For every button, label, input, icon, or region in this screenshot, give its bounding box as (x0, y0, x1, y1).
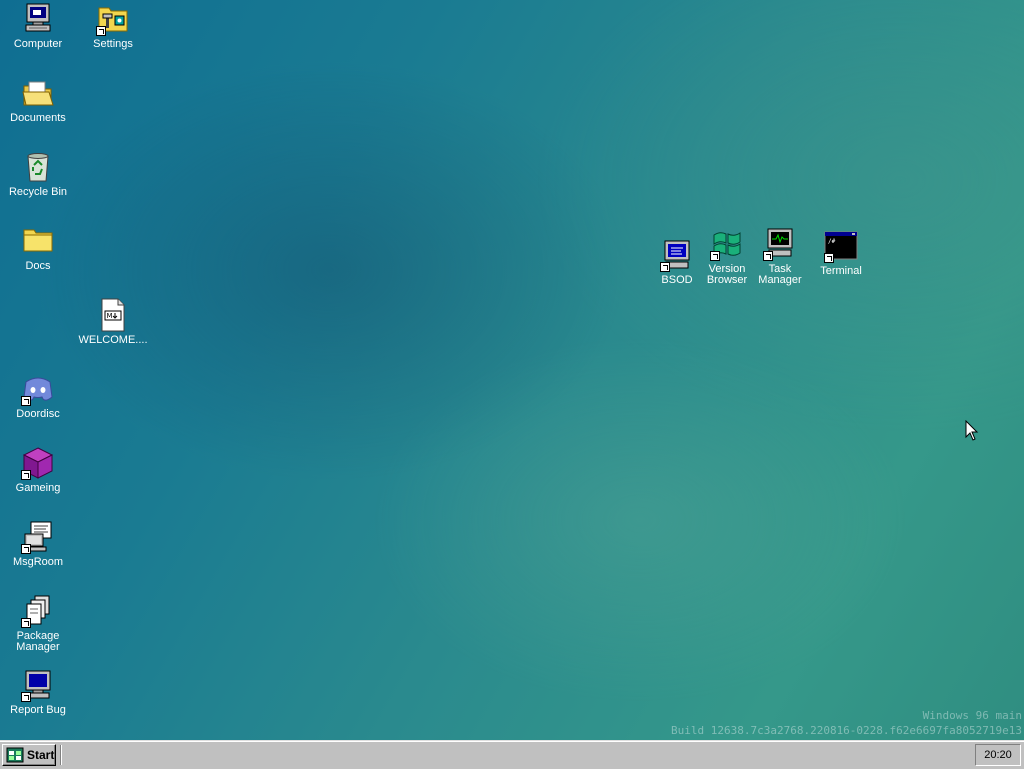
system-tray[interactable]: 20:20 (975, 744, 1021, 766)
terminal-icon: /# (824, 229, 858, 263)
desktop-icon-label: MsgRoom (12, 556, 64, 568)
msgroom-icon (21, 520, 55, 554)
task-manager-icon (763, 227, 797, 261)
open-folder-icon (21, 76, 55, 110)
clock[interactable]: 20:20 (984, 749, 1012, 761)
desktop-icon-label: Recycle Bin (8, 186, 68, 198)
shortcut-arrow-icon (21, 618, 31, 628)
shortcut-arrow-icon (710, 251, 720, 261)
package-icon (21, 594, 55, 628)
desktop-icon-documents[interactable]: Documents (2, 76, 74, 124)
build-watermark-line1: Windows 96 main (922, 709, 1022, 722)
svg-text:M: M (107, 312, 113, 320)
folder-icon (21, 224, 55, 258)
taskbar: Start 20:20 (0, 740, 1024, 769)
start-button-label: Start (27, 748, 55, 762)
shortcut-arrow-icon (96, 26, 106, 36)
computer-icon (21, 2, 55, 36)
desktop-icon-label: WELCOME.... (78, 334, 148, 346)
discord-icon (21, 372, 55, 406)
desktop-icon-recycle-bin[interactable]: Recycle Bin (2, 150, 74, 198)
start-button[interactable]: Start (2, 744, 56, 766)
shortcut-arrow-icon (660, 262, 670, 272)
desktop-icon-gameing[interactable]: Gameing (2, 446, 74, 494)
shortcut-arrow-icon (21, 470, 31, 480)
desktop-icon-label: Task Manager (758, 263, 802, 286)
desktop-icon-terminal[interactable]: /# Terminal (805, 229, 877, 277)
bsod-icon (660, 238, 694, 272)
mouse-cursor-icon (965, 420, 979, 441)
desktop-icon-docs[interactable]: Docs (2, 224, 74, 272)
desktop-icon-label: Documents (10, 112, 66, 124)
settings-folder-icon (96, 2, 130, 36)
windows-flag-icon (710, 227, 744, 261)
desktop-icon-msgroom[interactable]: MsgRoom (2, 520, 74, 568)
desktop-icon-package-manager[interactable]: Package Manager (2, 594, 74, 653)
desktop[interactable]: Computer Documents Recycle Bin Docs Door… (0, 0, 1024, 740)
desktop-icon-welcome[interactable]: M WELCOME.... (77, 298, 149, 346)
desktop-icon-label: Computer (13, 38, 63, 50)
desktop-icon-label: Docs (25, 260, 51, 272)
build-watermark-line2: Build 12638.7c3a2768.220816-0228.f62e669… (671, 724, 1022, 737)
desktop-icon-label: BSOD (661, 274, 693, 286)
monitor-icon (21, 668, 55, 702)
shortcut-arrow-icon (21, 396, 31, 406)
desktop-icon-label: Doordisc (16, 408, 60, 420)
desktop-icon-label: Gameing (15, 482, 61, 494)
windows-logo-icon (6, 747, 24, 763)
desktop-icon-report-bug[interactable]: Report Bug (2, 668, 74, 716)
shortcut-arrow-icon (21, 692, 31, 702)
desktop-icon-settings[interactable]: Settings (77, 2, 149, 50)
shortcut-arrow-icon (763, 251, 773, 261)
recycle-bin-icon (21, 150, 55, 184)
desktop-icon-label: Package Manager (16, 630, 60, 653)
taskbar-divider (60, 745, 62, 765)
desktop-icon-computer[interactable]: Computer (2, 2, 74, 50)
desktop-icon-label: Report Bug (10, 704, 66, 716)
desktop-icon-label: Settings (93, 38, 133, 50)
markdown-file-icon: M (96, 298, 130, 332)
cube-icon (21, 446, 55, 480)
shortcut-arrow-icon (824, 253, 834, 263)
svg-text:/#: /# (828, 238, 836, 245)
desktop-icon-doordisc[interactable]: Doordisc (2, 372, 74, 420)
desktop-icon-label: Terminal (820, 265, 862, 277)
shortcut-arrow-icon (21, 544, 31, 554)
desktop-icon-label: Version Browser (706, 263, 748, 286)
